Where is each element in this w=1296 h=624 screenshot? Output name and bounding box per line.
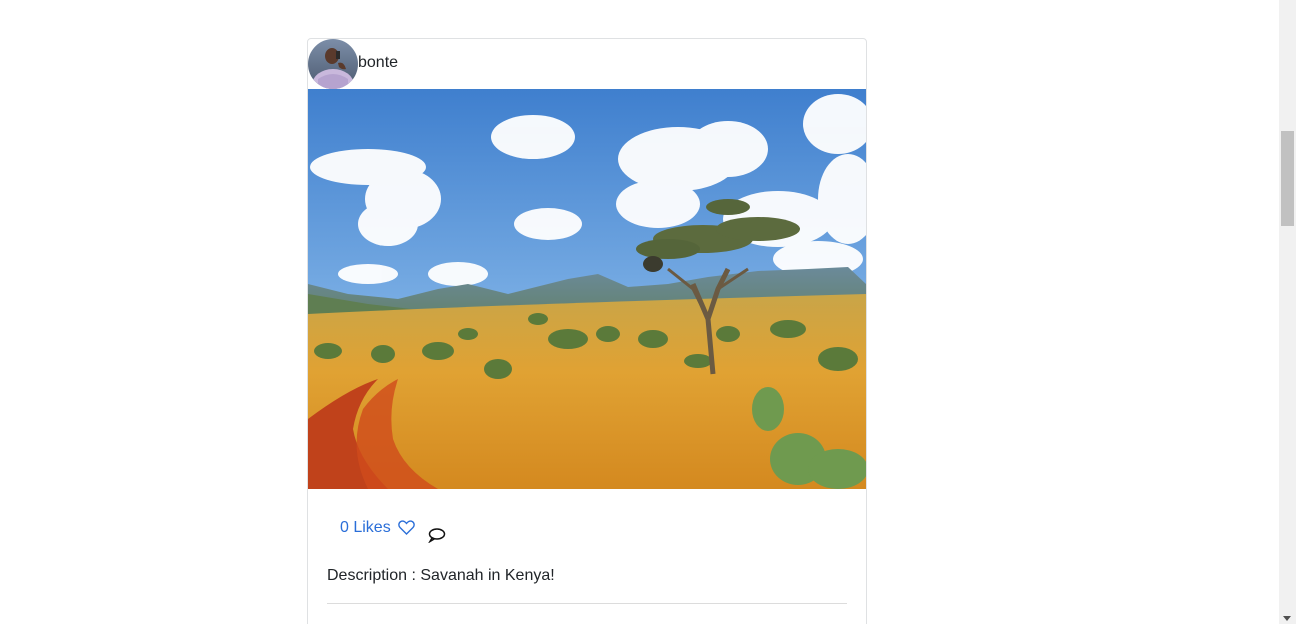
heart-outline-icon <box>398 520 415 542</box>
savanna-photo <box>308 89 866 489</box>
comment-button[interactable] <box>427 527 446 548</box>
post-card: bonte 0 Likes Description: Savanah in K… <box>307 38 867 624</box>
post-image <box>308 89 866 489</box>
vertical-scrollbar[interactable] <box>1279 0 1296 624</box>
avatar-image <box>308 39 358 89</box>
like-button[interactable]: 0 Likes <box>340 517 415 542</box>
divider <box>327 603 847 604</box>
username[interactable]: bonte <box>358 54 398 72</box>
avatar[interactable] <box>308 39 358 89</box>
scrollbar-thumb[interactable] <box>1281 131 1294 226</box>
page: bonte 0 Likes Description: Savanah in K… <box>0 0 1279 624</box>
likes-count: 0 Likes <box>340 519 391 536</box>
post-description: Description : Savanah in Kenya! <box>327 567 555 584</box>
speech-bubble-icon <box>427 528 446 544</box>
post-header: bonte <box>308 39 866 89</box>
scroll-down-arrow-icon[interactable] <box>1283 616 1291 621</box>
